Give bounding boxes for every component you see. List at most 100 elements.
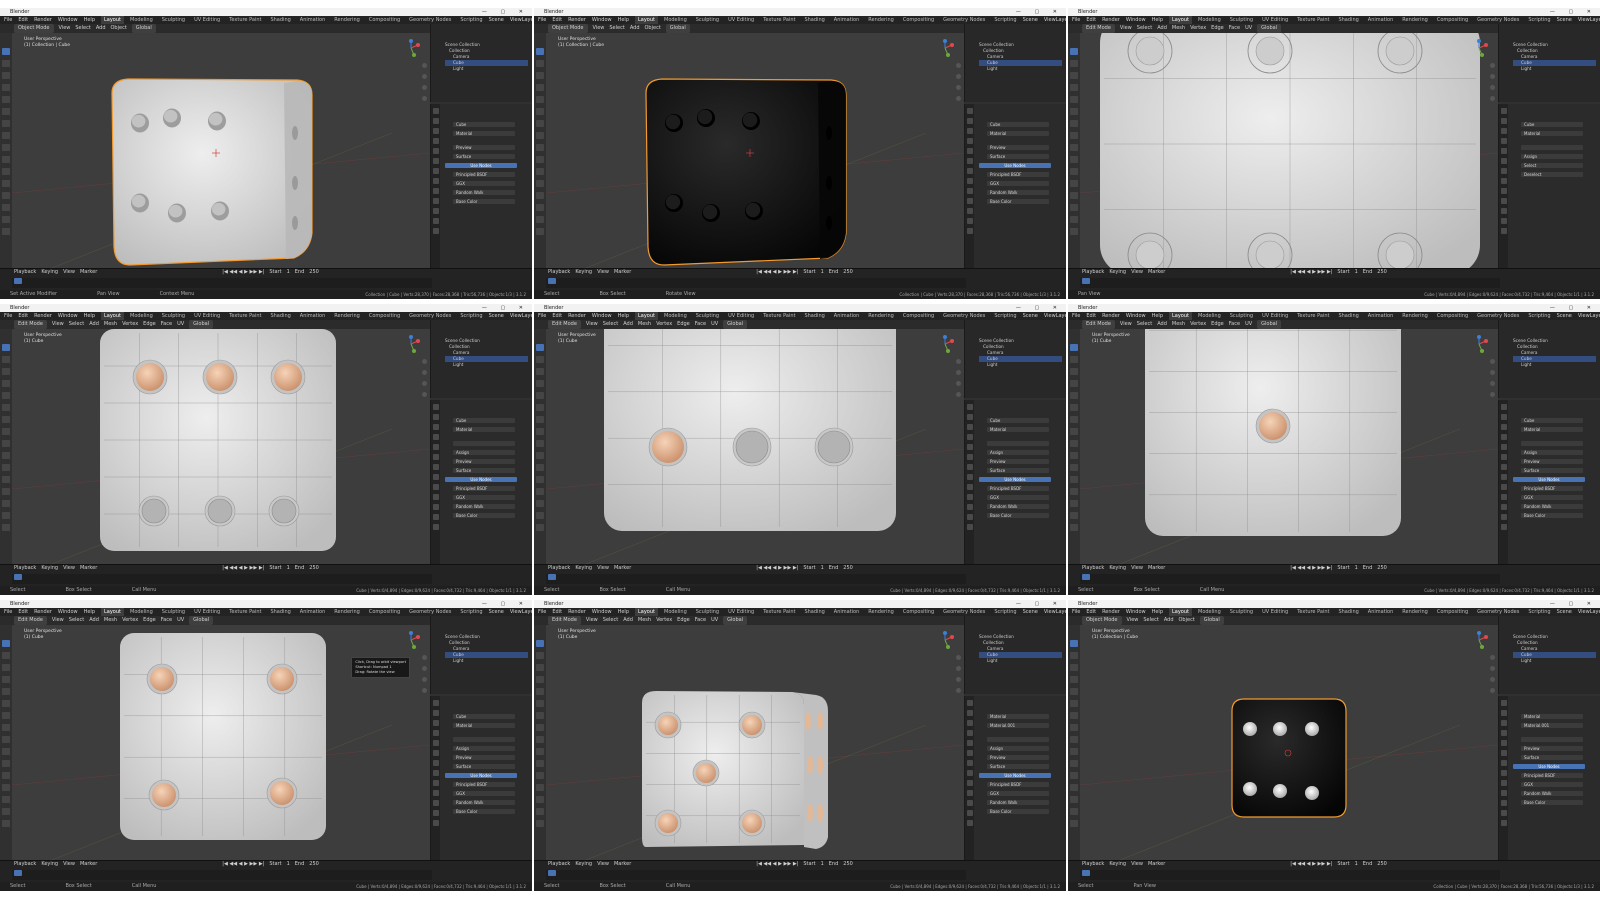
transform-orientation[interactable]: Global — [1199, 616, 1224, 625]
menu-edit[interactable]: Edit — [552, 313, 562, 319]
property-row[interactable]: Assign — [987, 746, 1049, 751]
inset-tool-icon[interactable] — [1070, 464, 1078, 471]
workspace-tab-layout[interactable]: Layout — [635, 16, 658, 24]
menu-window[interactable]: Window — [58, 609, 78, 615]
workspace-tab-rendering[interactable]: Rendering — [865, 16, 897, 24]
workspace-tab-scripting[interactable]: Scripting — [457, 16, 485, 24]
playback-controls[interactable]: |◀ ◀◀ ◀ ▶ ▶▶ ▶| — [756, 861, 798, 867]
property-row[interactable]: Cube — [453, 122, 515, 127]
property-row[interactable] — [453, 441, 515, 446]
annotate-tool-icon[interactable] — [536, 712, 544, 719]
scale-tool-icon[interactable] — [1070, 96, 1078, 103]
workspace-tab-sculpting[interactable]: Sculpting — [159, 16, 188, 24]
timeline-menu-view[interactable]: View — [63, 861, 75, 867]
loop-cut-tool-icon[interactable] — [1070, 488, 1078, 495]
frame-field[interactable]: End — [1363, 269, 1373, 275]
workspace-tab-animation[interactable]: Animation — [297, 608, 329, 616]
timeline-menu-keying[interactable]: Keying — [1109, 269, 1126, 275]
playback-controls[interactable]: |◀ ◀◀ ◀ ▶ ▶▶ ▶| — [1290, 861, 1332, 867]
header-menu-object[interactable]: Object — [111, 25, 127, 31]
header-menu-add[interactable]: Add — [1157, 321, 1167, 327]
header-menu-view[interactable]: View — [593, 25, 605, 31]
frame-field[interactable]: Start — [803, 269, 815, 275]
loop-cut-tool-icon[interactable] — [2, 784, 10, 791]
scene-tab-icon[interactable] — [1501, 444, 1507, 450]
particles-tab-icon[interactable] — [433, 484, 439, 490]
property-row[interactable]: Principled BSDF — [453, 486, 515, 491]
frame-field[interactable]: Start — [803, 565, 815, 571]
workspace-tab-uv-editing[interactable]: UV Editing — [191, 16, 223, 24]
workspace-tab-scripting[interactable]: Scripting — [1525, 312, 1553, 320]
output-tab-icon[interactable] — [433, 720, 439, 726]
workspace-tab-sculpting[interactable]: Sculpting — [693, 16, 722, 24]
workspace-tab-geometry-nodes[interactable]: Geometry Nodes — [940, 608, 988, 616]
header-menu-view[interactable]: View — [1120, 321, 1132, 327]
ortho-toggle-icon[interactable] — [1490, 96, 1495, 101]
cursor-tool-icon[interactable] — [2, 60, 10, 67]
particles-tab-icon[interactable] — [1501, 780, 1507, 786]
timeline-menu-playback[interactable]: Playback — [1082, 269, 1104, 275]
property-row[interactable]: Base Color — [987, 809, 1049, 814]
timeline-ruler[interactable] — [12, 870, 432, 880]
window-controls[interactable]: — ▢ ✕ — [1550, 600, 1597, 608]
workspace-tab-compositing[interactable]: Compositing — [1434, 16, 1471, 24]
header-menu-vertex[interactable]: Vertex — [656, 321, 672, 327]
mode-selector[interactable]: Edit Mode — [1082, 24, 1115, 33]
property-row[interactable]: Assign — [453, 746, 515, 751]
knife-tool-icon[interactable] — [536, 204, 544, 211]
zoom-icon[interactable] — [1490, 63, 1495, 68]
world-tab-icon[interactable] — [1501, 750, 1507, 756]
workspace-tab-geometry-nodes[interactable]: Geometry Nodes — [406, 608, 454, 616]
view-layer-selector[interactable]: ViewLayer — [510, 17, 532, 23]
header-menu-edge[interactable]: Edge — [143, 617, 156, 623]
workspace-tab-layout[interactable]: Layout — [1169, 312, 1192, 320]
property-row[interactable]: Principled BSDF — [453, 782, 515, 787]
property-row[interactable]: Material — [1521, 427, 1583, 432]
view-layer-tab-icon[interactable] — [1501, 138, 1507, 144]
frame-field[interactable]: 1 — [821, 269, 824, 275]
property-row[interactable]: Material — [453, 723, 515, 728]
data-tab-icon[interactable] — [967, 810, 973, 816]
header-menu-vertex[interactable]: Vertex — [1190, 321, 1206, 327]
workspace-tab-scripting[interactable]: Scripting — [991, 608, 1019, 616]
property-row[interactable] — [1521, 737, 1583, 742]
menu-file[interactable]: File — [538, 313, 546, 319]
pan-icon[interactable] — [956, 74, 961, 79]
menu-help[interactable]: Help — [1152, 313, 1163, 319]
outliner-item-light[interactable]: Light — [1513, 658, 1596, 664]
ortho-toggle-icon[interactable] — [956, 96, 961, 101]
property-row[interactable]: Surface — [453, 468, 515, 473]
rotate-tool-icon[interactable] — [536, 676, 544, 683]
workspace-tab-geometry-nodes[interactable]: Geometry Nodes — [940, 16, 988, 24]
material-tab-icon[interactable] — [1501, 524, 1507, 530]
header-menu-add[interactable]: Add — [89, 617, 99, 623]
constraints-tab-icon[interactable] — [433, 208, 439, 214]
workspace-tab-geometry-nodes[interactable]: Geometry Nodes — [1474, 16, 1522, 24]
data-tab-icon[interactable] — [967, 218, 973, 224]
timeline-menu-keying[interactable]: Keying — [1109, 565, 1126, 571]
property-row[interactable]: GGX — [1521, 495, 1583, 500]
property-row[interactable]: Principled BSDF — [987, 782, 1049, 787]
workspace-tab-animation[interactable]: Animation — [1365, 608, 1397, 616]
menu-window[interactable]: Window — [592, 313, 612, 319]
transform-orientation[interactable]: Global — [1257, 320, 1282, 329]
property-row[interactable]: Use Nodes — [445, 477, 517, 482]
spin-tool-icon[interactable] — [1070, 228, 1078, 235]
property-row[interactable]: Surface — [1521, 468, 1583, 473]
scene-selector[interactable]: Scene — [1023, 17, 1038, 23]
mode-selector[interactable]: Object Mode — [1082, 616, 1122, 625]
property-row[interactable]: Assign — [987, 450, 1049, 455]
workspace-tab-geometry-nodes[interactable]: Geometry Nodes — [406, 16, 454, 24]
transform-tool-icon[interactable] — [2, 108, 10, 115]
pan-icon[interactable] — [422, 370, 427, 375]
tool-tab-icon[interactable] — [433, 404, 439, 410]
workspace-tab-geometry-nodes[interactable]: Geometry Nodes — [406, 312, 454, 320]
property-row[interactable]: GGX — [453, 791, 515, 796]
frame-field[interactable]: Start — [269, 861, 281, 867]
workspace-tab-animation[interactable]: Animation — [831, 608, 863, 616]
cursor-tool-icon[interactable] — [536, 60, 544, 67]
poly-build-tool-icon[interactable] — [536, 808, 544, 815]
tool-tab-icon[interactable] — [1501, 404, 1507, 410]
move-tool-icon[interactable] — [1070, 664, 1078, 671]
workspace-tab-animation[interactable]: Animation — [1365, 312, 1397, 320]
